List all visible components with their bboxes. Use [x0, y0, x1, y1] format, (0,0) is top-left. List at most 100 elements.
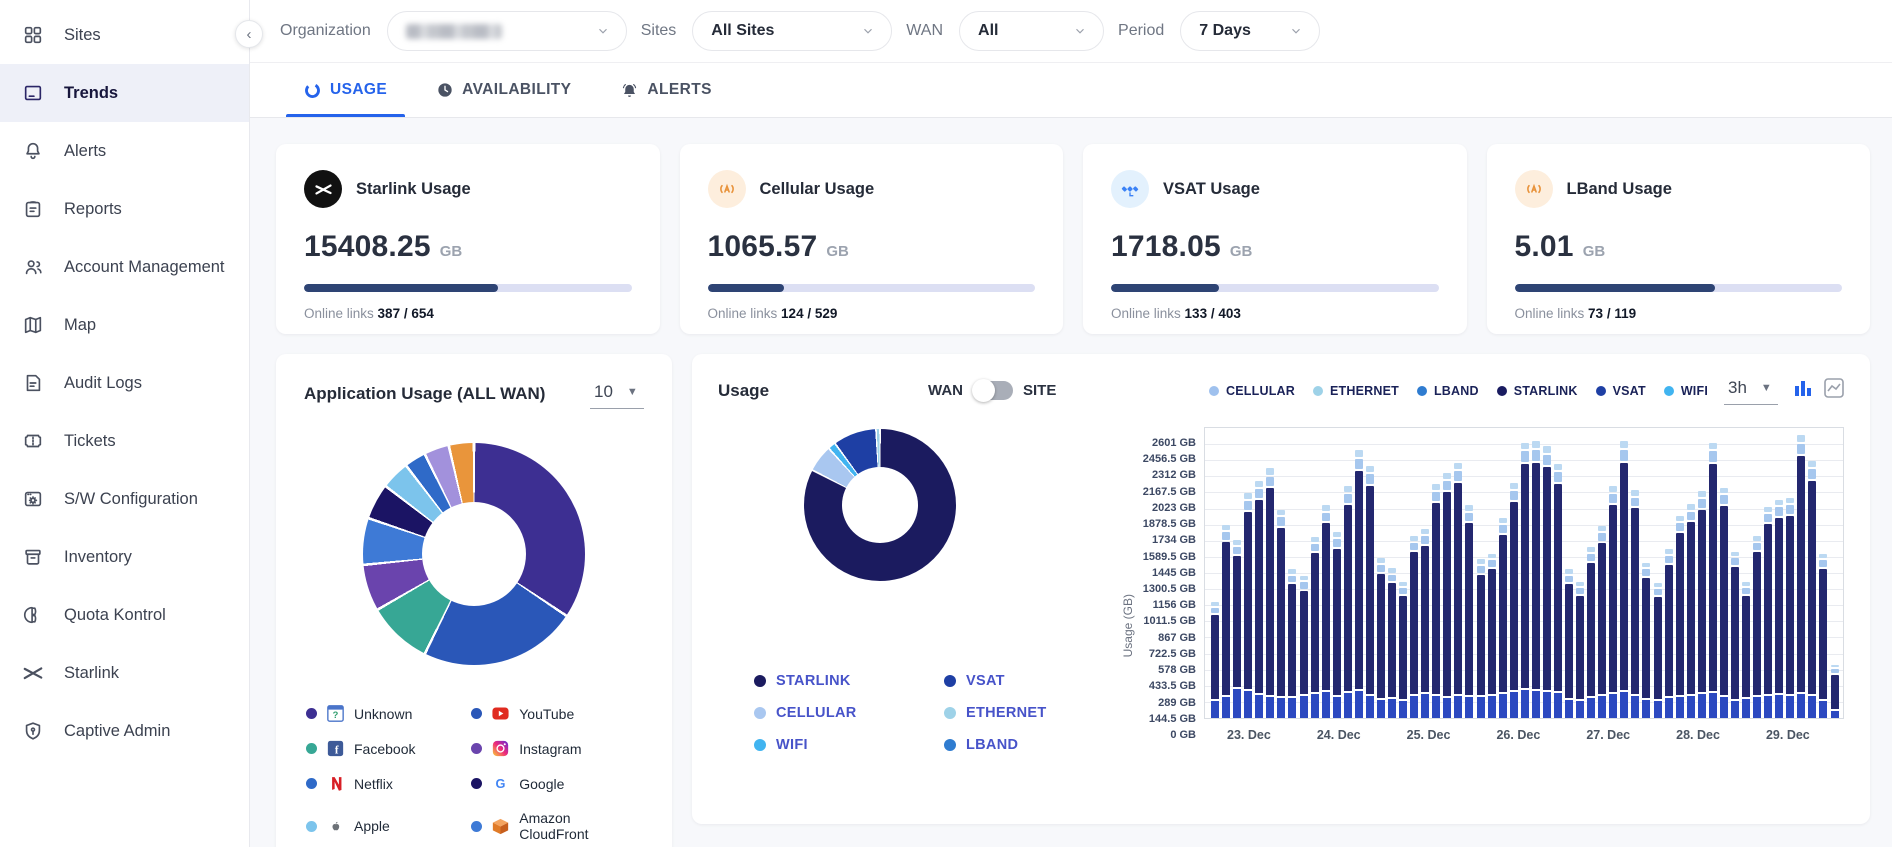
- application-usage-donut[interactable]: [363, 443, 585, 665]
- sidebar-item-sites[interactable]: Sites: [0, 6, 249, 64]
- line-chart-icon[interactable]: [1824, 378, 1844, 403]
- bar-chart-plot[interactable]: [1204, 427, 1844, 719]
- app-legend-item[interactable]: Apple: [306, 810, 461, 842]
- usage-legend-item-starlink[interactable]: STARLINK: [754, 673, 944, 689]
- series-legend-lband[interactable]: LBAND: [1417, 384, 1479, 398]
- tab-usage[interactable]: USAGE: [286, 63, 405, 117]
- interval-select[interactable]: 3h ▼: [1724, 376, 1778, 405]
- usage-bar[interactable]: [1676, 516, 1684, 718]
- usage-bar[interactable]: [1477, 559, 1485, 718]
- usage-bar[interactable]: [1598, 526, 1606, 718]
- tab-availability[interactable]: AVAILABILITY: [419, 63, 589, 117]
- organization-select[interactable]: [387, 11, 627, 51]
- usage-bar[interactable]: [1764, 507, 1772, 718]
- usage-bar[interactable]: [1399, 582, 1407, 718]
- app-legend-item[interactable]: YouTube: [471, 705, 642, 722]
- usage-bar[interactable]: [1322, 505, 1330, 718]
- sidebar-item-trends[interactable]: Trends: [0, 64, 249, 122]
- usage-legend-item-wifi[interactable]: WIFI: [754, 737, 944, 753]
- usage-bar[interactable]: [1288, 569, 1296, 718]
- usage-bar[interactable]: [1465, 505, 1473, 718]
- usage-bar[interactable]: [1432, 484, 1440, 718]
- top-n-select[interactable]: 10 ▼: [590, 380, 644, 409]
- sidebar-item-tickets[interactable]: Tickets: [0, 412, 249, 470]
- usage-bar[interactable]: [1266, 468, 1274, 718]
- series-legend-cellular[interactable]: CELLULAR: [1209, 384, 1295, 398]
- usage-bar[interactable]: [1233, 540, 1241, 718]
- usage-bar[interactable]: [1609, 486, 1617, 718]
- usage-bar[interactable]: [1355, 450, 1363, 718]
- usage-bar[interactable]: [1277, 510, 1285, 718]
- usage-bar[interactable]: [1311, 537, 1319, 718]
- usage-bar[interactable]: [1488, 554, 1496, 718]
- series-legend-wifi[interactable]: WIFI: [1664, 384, 1708, 398]
- usage-bar[interactable]: [1753, 536, 1761, 718]
- sidebar-item-sw-configuration[interactable]: S/W Configuration: [0, 470, 249, 528]
- sidebar-collapse-button[interactable]: ‹: [235, 20, 263, 48]
- usage-bar[interactable]: [1687, 504, 1695, 718]
- sidebar-item-reports[interactable]: Reports: [0, 180, 249, 238]
- usage-bar[interactable]: [1709, 443, 1717, 718]
- app-legend-item[interactable]: Amazon CloudFront: [471, 810, 642, 842]
- app-legend-item[interactable]: ? Unknown: [306, 705, 461, 722]
- usage-bar[interactable]: [1742, 582, 1750, 718]
- usage-bar[interactable]: [1797, 435, 1805, 718]
- usage-legend-item-vsat[interactable]: VSAT: [944, 673, 1134, 689]
- bar-chart-icon[interactable]: [1794, 379, 1812, 402]
- usage-bar[interactable]: [1421, 529, 1429, 718]
- usage-bar[interactable]: [1554, 464, 1562, 718]
- usage-bar[interactable]: [1731, 552, 1739, 719]
- usage-bar[interactable]: [1831, 665, 1839, 718]
- sidebar-item-account-management[interactable]: Account Management: [0, 238, 249, 296]
- usage-bar[interactable]: [1222, 525, 1230, 718]
- period-select[interactable]: 7 Days: [1180, 11, 1320, 51]
- usage-bar[interactable]: [1333, 532, 1341, 718]
- usage-bar[interactable]: [1521, 443, 1529, 718]
- usage-bar[interactable]: [1775, 500, 1783, 718]
- sidebar-item-inventory[interactable]: Inventory: [0, 528, 249, 586]
- usage-bar[interactable]: [1532, 441, 1540, 718]
- sidebar-item-captive-admin[interactable]: Captive Admin: [0, 702, 249, 760]
- wan-select[interactable]: All: [959, 11, 1104, 51]
- sidebar-item-starlink[interactable]: Starlink: [0, 644, 249, 702]
- usage-bar[interactable]: [1698, 491, 1706, 718]
- usage-bar[interactable]: [1366, 466, 1374, 718]
- usage-bar[interactable]: [1410, 536, 1418, 718]
- usage-legend-item-ethernet[interactable]: ETHERNET: [944, 705, 1134, 721]
- usage-bar[interactable]: [1255, 481, 1263, 718]
- usage-bar[interactable]: [1819, 554, 1827, 718]
- usage-bar[interactable]: [1344, 486, 1352, 718]
- usage-bar[interactable]: [1300, 576, 1308, 718]
- app-legend-item[interactable]: Instagram: [471, 740, 642, 757]
- series-legend-vsat[interactable]: VSAT: [1596, 384, 1646, 398]
- usage-bar[interactable]: [1443, 473, 1451, 718]
- sidebar-item-map[interactable]: Map: [0, 296, 249, 354]
- wan-site-toggle[interactable]: [973, 381, 1013, 400]
- usage-bar[interactable]: [1454, 463, 1462, 718]
- usage-bar[interactable]: [1211, 602, 1219, 718]
- app-legend-item[interactable]: Netflix: [306, 775, 461, 792]
- usage-bar[interactable]: [1377, 558, 1385, 718]
- usage-bar[interactable]: [1388, 568, 1396, 718]
- usage-bar[interactable]: [1642, 563, 1650, 718]
- sidebar-item-quota-kontrol[interactable]: Quota Kontrol: [0, 586, 249, 644]
- tab-alerts[interactable]: ALERTS: [603, 63, 729, 117]
- sites-select[interactable]: All Sites: [692, 11, 892, 51]
- sidebar-item-alerts[interactable]: Alerts: [0, 122, 249, 180]
- usage-bar[interactable]: [1720, 488, 1728, 719]
- usage-bar[interactable]: [1499, 518, 1507, 718]
- usage-bar[interactable]: [1565, 569, 1573, 718]
- usage-legend-item-lband[interactable]: LBAND: [944, 737, 1134, 753]
- usage-bar[interactable]: [1620, 441, 1628, 718]
- app-legend-item[interactable]: f Facebook: [306, 740, 461, 757]
- usage-donut[interactable]: [804, 429, 956, 581]
- usage-bar[interactable]: [1543, 446, 1551, 718]
- usage-bar[interactable]: [1244, 493, 1252, 718]
- sidebar-item-audit-logs[interactable]: Audit Logs: [0, 354, 249, 412]
- usage-bar[interactable]: [1654, 583, 1662, 718]
- usage-bar[interactable]: [1510, 483, 1518, 718]
- usage-legend-item-cellular[interactable]: CELLULAR: [754, 705, 944, 721]
- usage-bar[interactable]: [1587, 547, 1595, 718]
- app-legend-item[interactable]: G Google: [471, 775, 642, 792]
- usage-bar[interactable]: [1665, 549, 1673, 718]
